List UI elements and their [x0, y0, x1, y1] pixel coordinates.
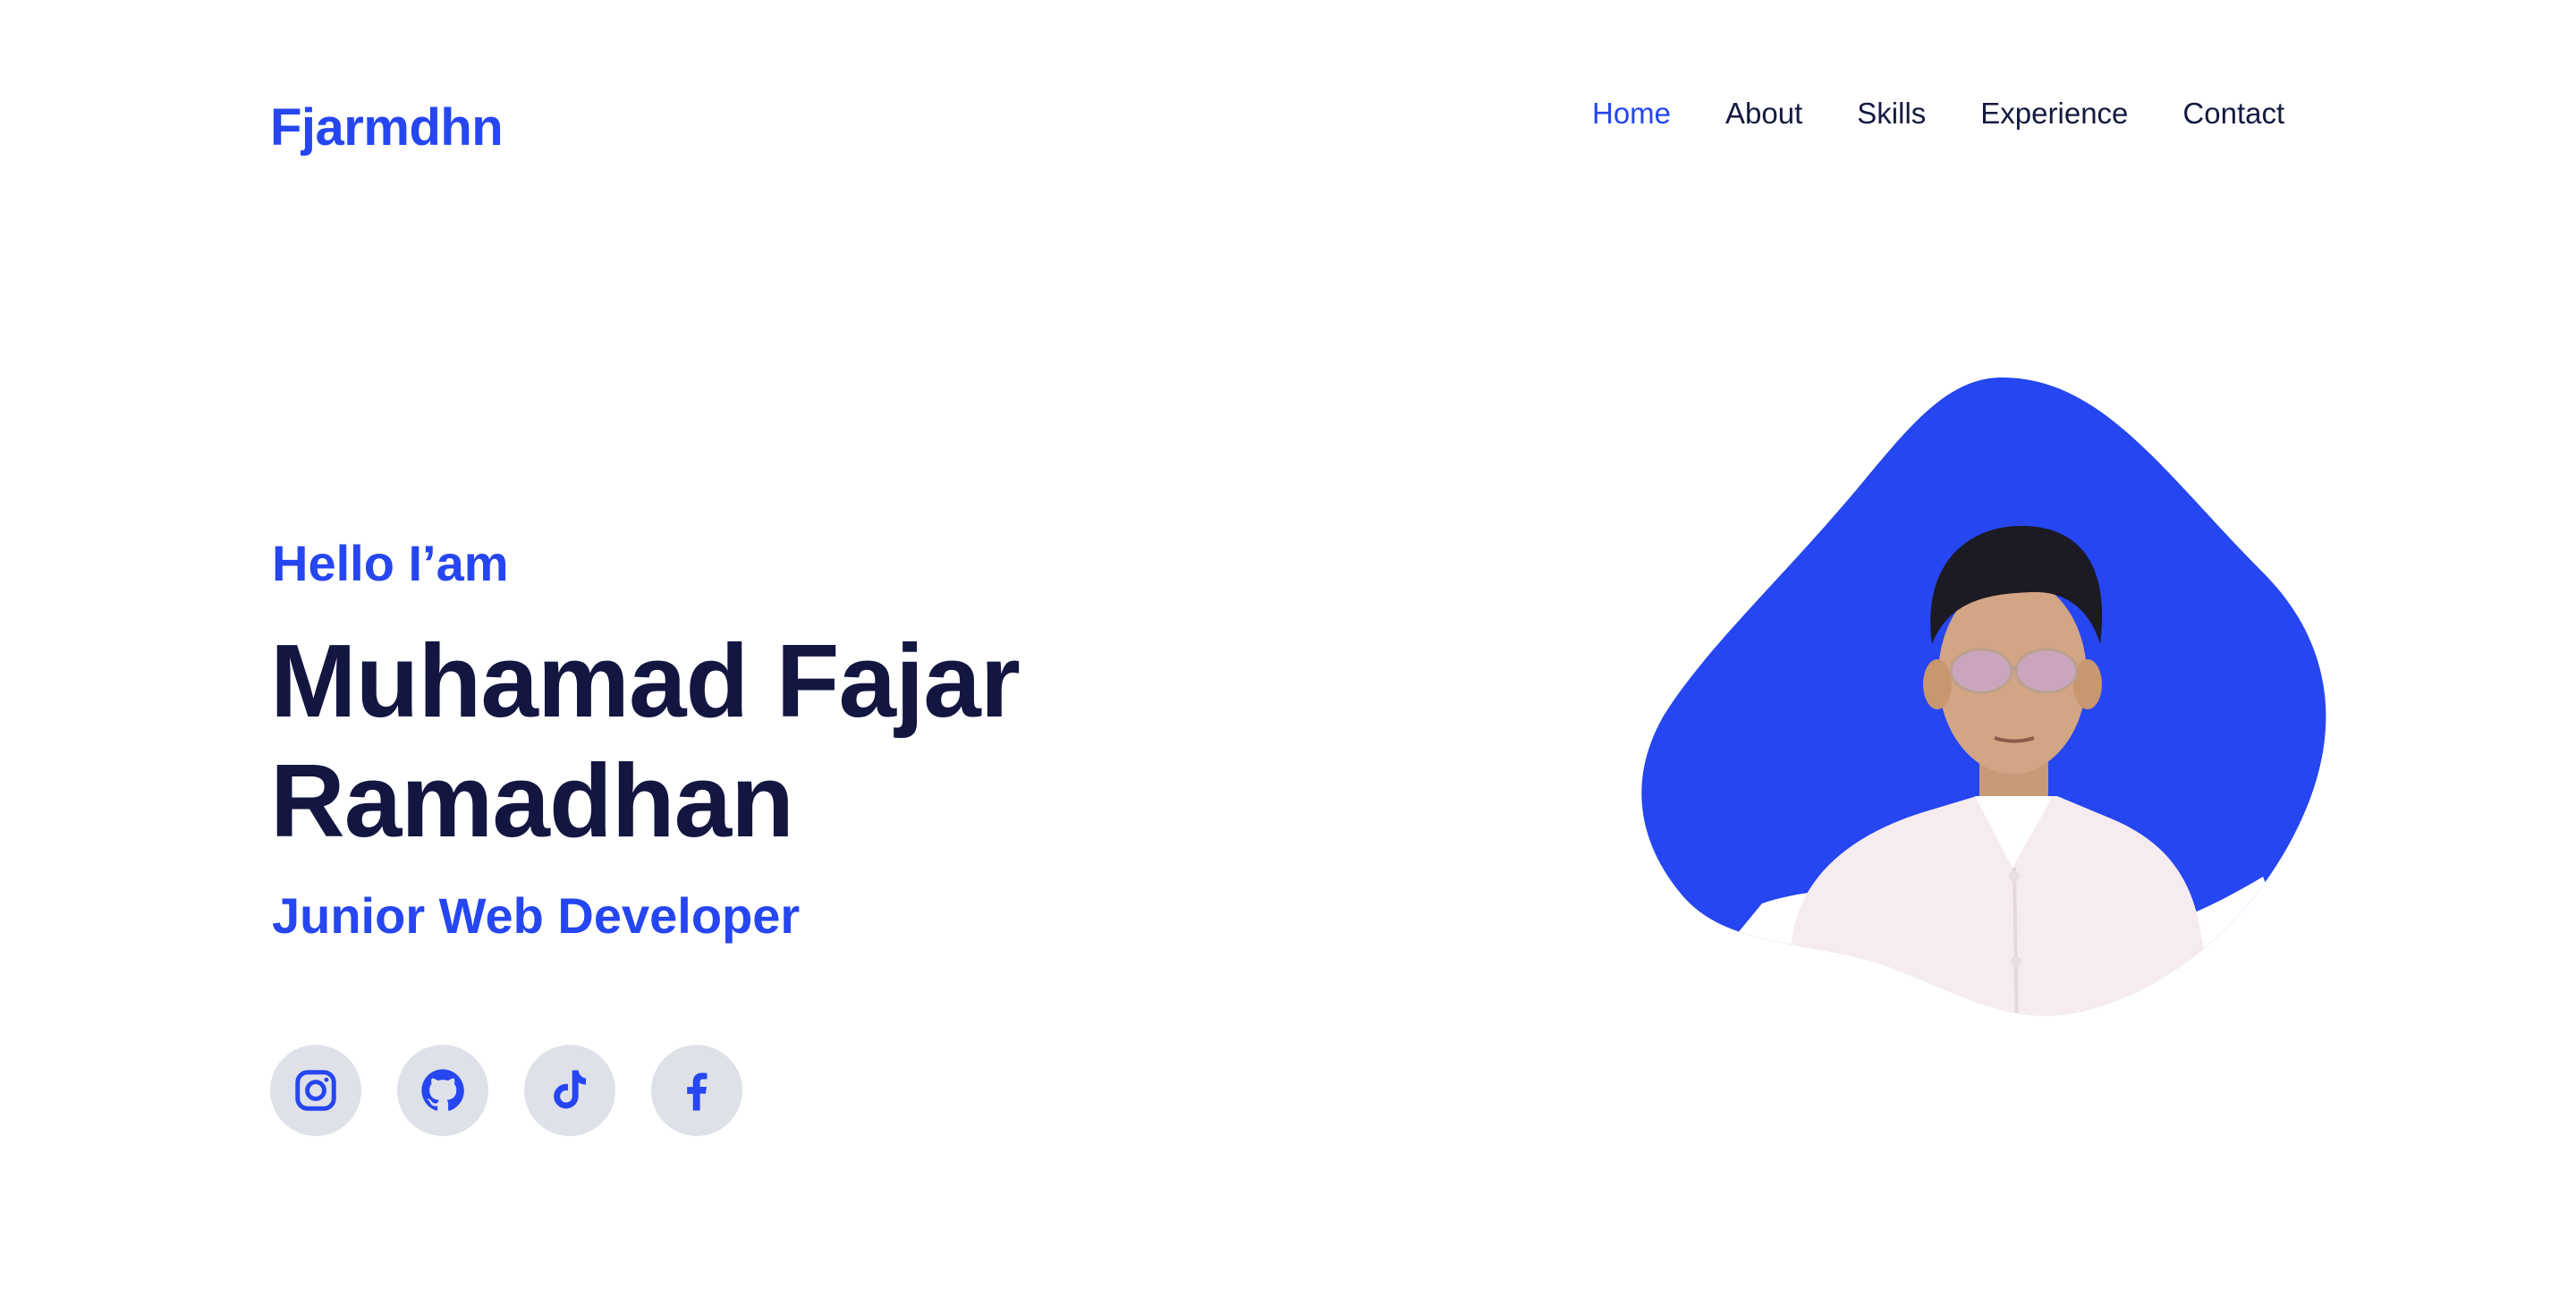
instagram-icon: [295, 1070, 336, 1111]
github-button[interactable]: [397, 1045, 488, 1136]
main-nav: Home About Skills Experience Contact: [1592, 93, 2284, 134]
social-links: [270, 1045, 742, 1136]
hero-greeting: Hello I’am: [272, 535, 509, 591]
hero-name-line1: Muhamad Fajar: [270, 623, 1021, 739]
github-icon: [421, 1069, 464, 1111]
profile-portrait: [1641, 377, 2326, 1016]
hero-name: Muhamad Fajar Ramadhan: [270, 621, 1433, 861]
hero-name-line2: Ramadhan: [270, 742, 794, 859]
hero-role: Junior Web Developer: [272, 887, 801, 944]
tiktok-button[interactable]: [524, 1045, 615, 1136]
facebook-icon: [687, 1073, 708, 1111]
facebook-button[interactable]: [651, 1045, 742, 1136]
tiktok-icon: [554, 1070, 586, 1109]
instagram-button[interactable]: [270, 1045, 361, 1136]
site-logo[interactable]: Fjarmdhn: [270, 95, 504, 161]
portrait-blob: [1641, 377, 2326, 1016]
page: Fjarmdhn Home About Skills Experience Co…: [0, 0, 2576, 1306]
nav-about[interactable]: About: [1725, 93, 1802, 134]
nav-contact[interactable]: Contact: [2182, 93, 2284, 134]
nav-home[interactable]: Home: [1592, 93, 1671, 134]
nav-experience[interactable]: Experience: [1980, 93, 2128, 134]
nav-skills[interactable]: Skills: [1857, 93, 1926, 134]
